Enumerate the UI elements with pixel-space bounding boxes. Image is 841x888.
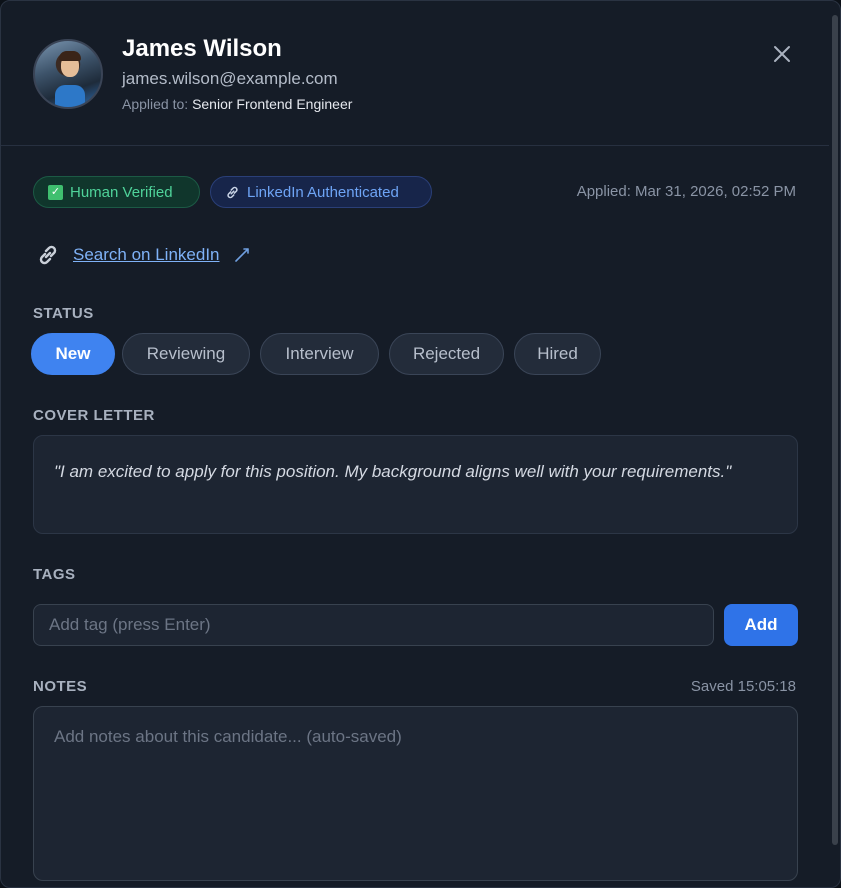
check-icon: ✓	[48, 184, 63, 200]
linkedin-authenticated-label: LinkedIn Authenticated	[247, 183, 399, 201]
link-icon	[227, 186, 238, 198]
saved-status: Saved 15:05:18	[690, 678, 796, 695]
job-title: Senior Frontend Engineer	[192, 96, 353, 112]
search-linkedin-link[interactable]: Search on LinkedIn	[36, 243, 251, 267]
link-icon	[39, 245, 57, 265]
status-interview-button[interactable]: Interview	[260, 333, 379, 375]
status-rejected-button[interactable]: Rejected	[389, 333, 504, 375]
status-label: STATUS	[33, 305, 94, 322]
scrollbar[interactable]	[832, 15, 838, 845]
notes-textarea[interactable]	[33, 706, 798, 881]
cover-letter-label: COVER LETTER	[33, 407, 155, 424]
cover-letter-text: "I am excited to apply for this position…	[33, 435, 798, 534]
status-hired-button[interactable]: Hired	[514, 333, 601, 375]
candidate-header: James Wilson james.wilson@example.com Ap…	[1, 1, 829, 146]
add-tag-button[interactable]: Add	[724, 604, 798, 646]
tag-input[interactable]	[33, 604, 714, 646]
avatar	[33, 39, 103, 109]
external-link-icon	[234, 248, 249, 262]
status-new-button[interactable]: New	[31, 333, 115, 375]
human-verified-label: Human Verified	[70, 183, 173, 201]
status-reviewing-button[interactable]: Reviewing	[122, 333, 250, 375]
applied-to-label: Applied to:	[122, 96, 189, 112]
human-verified-badge: ✓ Human Verified	[33, 176, 200, 208]
candidate-modal: James Wilson james.wilson@example.com Ap…	[0, 0, 841, 888]
applied-to: Applied to: Senior Frontend Engineer	[122, 96, 352, 112]
candidate-email: james.wilson@example.com	[122, 69, 338, 88]
notes-label: NOTES	[33, 678, 88, 695]
close-icon[interactable]	[771, 43, 793, 65]
applied-date: Applied: Mar 31, 2026, 02:52 PM	[576, 183, 796, 200]
tags-label: TAGS	[33, 566, 76, 583]
search-linkedin-label[interactable]: Search on LinkedIn	[73, 245, 220, 265]
linkedin-authenticated-badge: LinkedIn Authenticated	[210, 176, 432, 208]
candidate-name: James Wilson	[122, 35, 282, 62]
